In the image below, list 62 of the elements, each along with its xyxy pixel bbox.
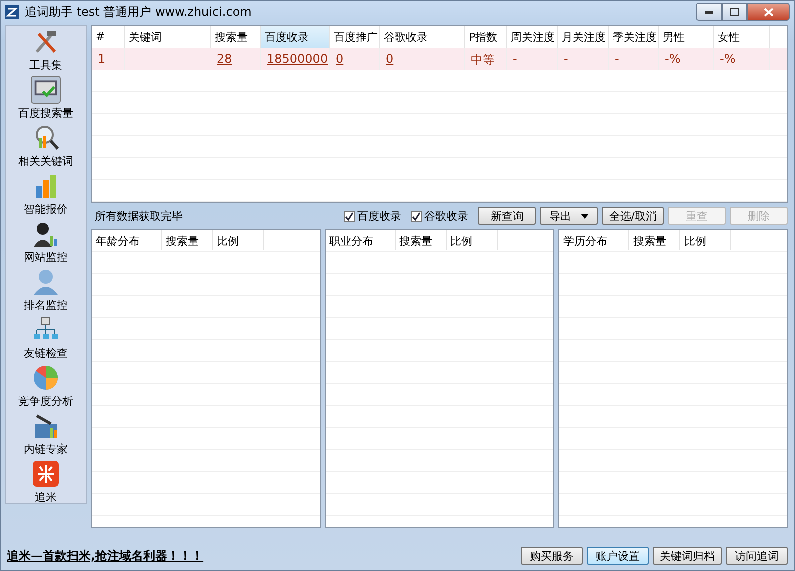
app-logo-icon xyxy=(5,5,19,19)
footer-button[interactable]: 访问追词 xyxy=(726,547,788,565)
sidebar-item[interactable]: 网站监控 xyxy=(9,220,83,268)
column-header[interactable]: 月关注度 xyxy=(558,26,609,48)
monitor-check-icon xyxy=(31,76,61,104)
footer-button[interactable]: 关键词归档 xyxy=(653,547,722,565)
minimize-icon xyxy=(705,10,713,14)
column-header[interactable]: P指数 xyxy=(465,26,507,48)
column-header[interactable]: 女性 xyxy=(714,26,770,48)
caret-icon xyxy=(581,214,590,218)
column-header[interactable]: 周关注度 xyxy=(507,26,558,48)
toolbar-button[interactable]: 新查询 xyxy=(478,207,536,225)
table-cell: - xyxy=(558,48,609,70)
minimize-button[interactable] xyxy=(696,3,722,21)
sidebar-item[interactable]: 内链专家 xyxy=(9,412,83,460)
person-icon xyxy=(31,268,61,296)
column-header[interactable]: 季关注度 xyxy=(609,26,659,48)
status-text: 所有数据获取完毕 xyxy=(94,208,183,224)
column-header[interactable]: 百度推广 xyxy=(330,26,380,48)
promo-link[interactable]: 追米—首款扫米,抢注域名利器！！！ xyxy=(7,548,204,564)
checkbox[interactable] xyxy=(411,210,422,222)
sidebar-item[interactable]: 友链检查 xyxy=(9,316,83,364)
window-title: 追词助手 test 普通用户 www.zhuici.com xyxy=(25,4,252,20)
close-button[interactable] xyxy=(747,3,790,21)
checkbox[interactable] xyxy=(344,210,356,222)
export-dropdown[interactable]: 导出 xyxy=(540,207,598,225)
table-cell: - xyxy=(609,48,659,70)
sidebar-item[interactable]: 工具集 xyxy=(9,28,83,76)
close-icon xyxy=(764,8,774,16)
column-header[interactable]: 搜索量 xyxy=(396,230,447,250)
table-cell: 1 xyxy=(92,48,125,70)
checkbox-label: 百度收录 xyxy=(357,208,402,224)
sidebar-item[interactable]: 排名监控 xyxy=(9,268,83,316)
column-header[interactable]: 搜索量 xyxy=(211,26,261,48)
maximize-button[interactable] xyxy=(722,3,747,21)
table-cell[interactable]: 18500000 xyxy=(261,48,330,70)
table-cell: - xyxy=(507,48,558,70)
column-header[interactable]: 比例 xyxy=(446,230,498,250)
column-header[interactable]: 谷歌收录 xyxy=(380,26,465,48)
sidebar-item[interactable]: 相关关键词 xyxy=(9,124,83,172)
sidebar-item[interactable]: 追米 xyxy=(9,460,83,508)
table-cell: 中等 xyxy=(465,48,507,70)
table-cell: -% xyxy=(659,48,714,70)
maximize-icon xyxy=(730,8,739,16)
table-row[interactable]: 1 28 18500000 0 0 中等 - - - -% -% xyxy=(92,48,787,70)
column-header[interactable]: 男性 xyxy=(659,26,714,48)
table-cell[interactable]: 0 xyxy=(330,48,380,70)
column-header[interactable]: 百度收录 xyxy=(261,26,330,48)
checkbox-label: 谷歌收录 xyxy=(424,208,468,224)
sidebar-item[interactable]: 竞争度分析 xyxy=(9,364,83,412)
footer-button[interactable]: 账户设置 xyxy=(587,547,649,565)
table-cell: -% xyxy=(714,48,770,70)
table-cell[interactable]: 28 xyxy=(211,48,261,70)
footer-button[interactable]: 购买服务 xyxy=(521,547,583,565)
sidebar-item[interactable]: 百度搜索量 xyxy=(9,76,83,124)
pie-chart-icon xyxy=(31,364,61,392)
toolbar-button[interactable]: 全选/取消 xyxy=(602,207,664,225)
rice-logo-icon xyxy=(31,460,61,488)
column-header[interactable]: 关键词 xyxy=(125,26,211,48)
column-header[interactable]: # xyxy=(92,26,125,48)
table-cell[interactable]: 0 xyxy=(380,48,465,70)
sidebar-item[interactable]: 智能报价 xyxy=(9,172,83,220)
